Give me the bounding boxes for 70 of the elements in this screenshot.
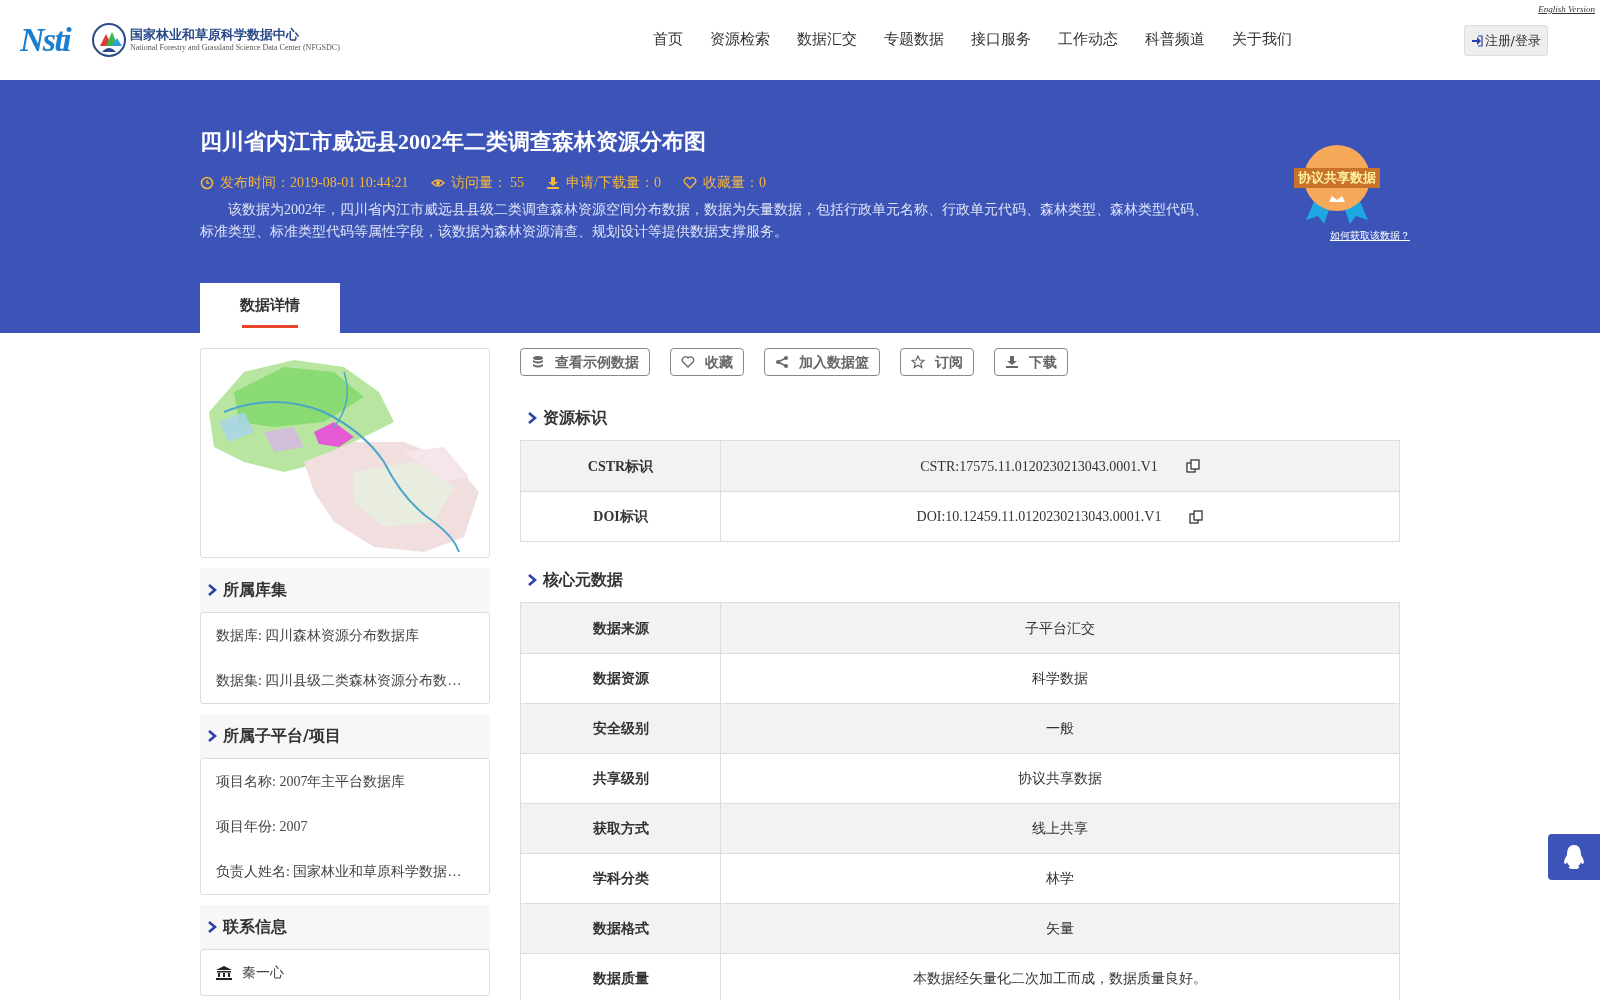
- section-title: 资源标识: [543, 407, 607, 429]
- meta-text: 访问量： 55: [450, 174, 525, 192]
- nav-link[interactable]: 数据汇交: [797, 28, 857, 51]
- action-button[interactable]: 查看示例数据: [520, 348, 650, 376]
- nav-link[interactable]: 工作动态: [1058, 28, 1118, 51]
- info-text: 数据库: 四川森林资源分布数据库: [216, 627, 420, 645]
- value-cell-text: 协议共享数据: [1018, 770, 1102, 788]
- meta-text: 发布时间：2019-08-01 10:44:21: [220, 174, 409, 192]
- logo-icon: [91, 22, 126, 58]
- action-button[interactable]: 加入数据篮: [764, 348, 880, 376]
- action-button[interactable]: 下载: [994, 348, 1068, 376]
- org-name: 国家林业和草原科学数据中心: [129, 26, 300, 44]
- chevron-icon: [528, 574, 537, 586]
- chevron-icon: [208, 730, 217, 742]
- logo: Nsti: [20, 23, 70, 57]
- database-icon: [531, 355, 545, 369]
- copy-icon[interactable]: [1185, 459, 1200, 473]
- english-version-link[interactable]: English Version: [1538, 3, 1595, 17]
- nav-link[interactable]: 接口服务: [971, 28, 1031, 51]
- value-cell-text: 林学: [1046, 870, 1074, 888]
- info-text: 项目名称: 2007年主平台数据库: [216, 773, 406, 791]
- value-cell-text: 一般: [1046, 720, 1074, 738]
- tab[interactable]: 数据详情: [200, 283, 340, 333]
- copy-icon[interactable]: [1189, 509, 1204, 524]
- section-title: 所属库集: [223, 579, 287, 601]
- penguin-icon: [1562, 844, 1586, 870]
- label-cell: DOI标识: [521, 492, 721, 541]
- value-cell-text: CSTR:17575.11.0120230213043.0001.V1: [920, 457, 1158, 476]
- label-cell: 数据质量: [521, 954, 721, 1000]
- meta-text: 收藏量：0: [703, 174, 766, 192]
- share-icon: [775, 355, 789, 369]
- heart-icon: [681, 355, 695, 369]
- dataset-description: 该数据为2002年，四川省内江市威远县县级二类调查森林资源空间分布数据，数据为矢量数据，包括行政单元名称、行政单元代码、森林类型、森林类型代码、标准类型、标准类型代码等属性字段，该数据为森林资源清查、规划设计等提供数据支撑服务。: [200, 201, 1209, 241]
- clock-icon: [200, 175, 214, 190]
- sign-in-icon: [1470, 34, 1483, 47]
- nav-link[interactable]: 科普频道: [1145, 28, 1205, 51]
- dataset-title: 四川省内江市威远县2002年二类调查森林资源分布图: [200, 128, 707, 156]
- value-cell-text: 本数据经矢量化二次加工而成，数据质量良好。: [913, 970, 1207, 988]
- value-cell-text: 矢量: [1046, 920, 1074, 938]
- login-button[interactable]: 注册/登录: [1463, 25, 1548, 56]
- chevron-icon: [528, 412, 537, 424]
- value-cell-text: 线上共享: [1032, 820, 1088, 838]
- nav-link[interactable]: 资源检索: [710, 28, 770, 51]
- action-button[interactable]: 收藏: [670, 348, 744, 376]
- section-title: 联系信息: [223, 916, 287, 938]
- bank-icon: [216, 965, 232, 980]
- info-text: 项目年份: 2007: [216, 818, 308, 836]
- download-icon: [546, 175, 561, 190]
- heart-icon: [683, 175, 697, 190]
- chat-button[interactable]: [1548, 834, 1600, 880]
- star-icon: [911, 355, 925, 369]
- nav-link[interactable]: 专题数据: [884, 28, 944, 51]
- value-cell-text: 子平台汇交: [1025, 619, 1095, 638]
- nav-link[interactable]: 首页: [653, 28, 683, 51]
- action-button[interactable]: 订阅: [900, 348, 974, 376]
- value-cell-text: 科学数据: [1032, 670, 1088, 688]
- section-title: 所属子平台/项目: [223, 725, 341, 747]
- nav-link[interactable]: 关于我们: [1232, 28, 1292, 51]
- badge-label: 协议共享数据: [1294, 168, 1380, 188]
- info-text: 负责人姓名: 国家林业和草原科学数据…: [216, 863, 462, 881]
- chevron-icon: [208, 921, 217, 933]
- org-name-english: National Forestry and Grassland Science Data Center (NFGSDC): [129, 43, 340, 54]
- chevron-icon: [208, 584, 217, 596]
- value-cell-text: DOI:10.12459.11.0120230213043.0001.V1: [916, 508, 1162, 526]
- info-text: 数据集: 四川县级二类森林资源分布数…: [216, 672, 462, 690]
- section-title: 核心元数据: [543, 569, 623, 591]
- meta-text: 申请/下载量：0: [566, 174, 661, 192]
- info-text: 秦一心: [242, 964, 284, 982]
- download-icon: [1005, 355, 1019, 369]
- how-to-get-data-link[interactable]: 如何获取该数据？: [1330, 228, 1410, 243]
